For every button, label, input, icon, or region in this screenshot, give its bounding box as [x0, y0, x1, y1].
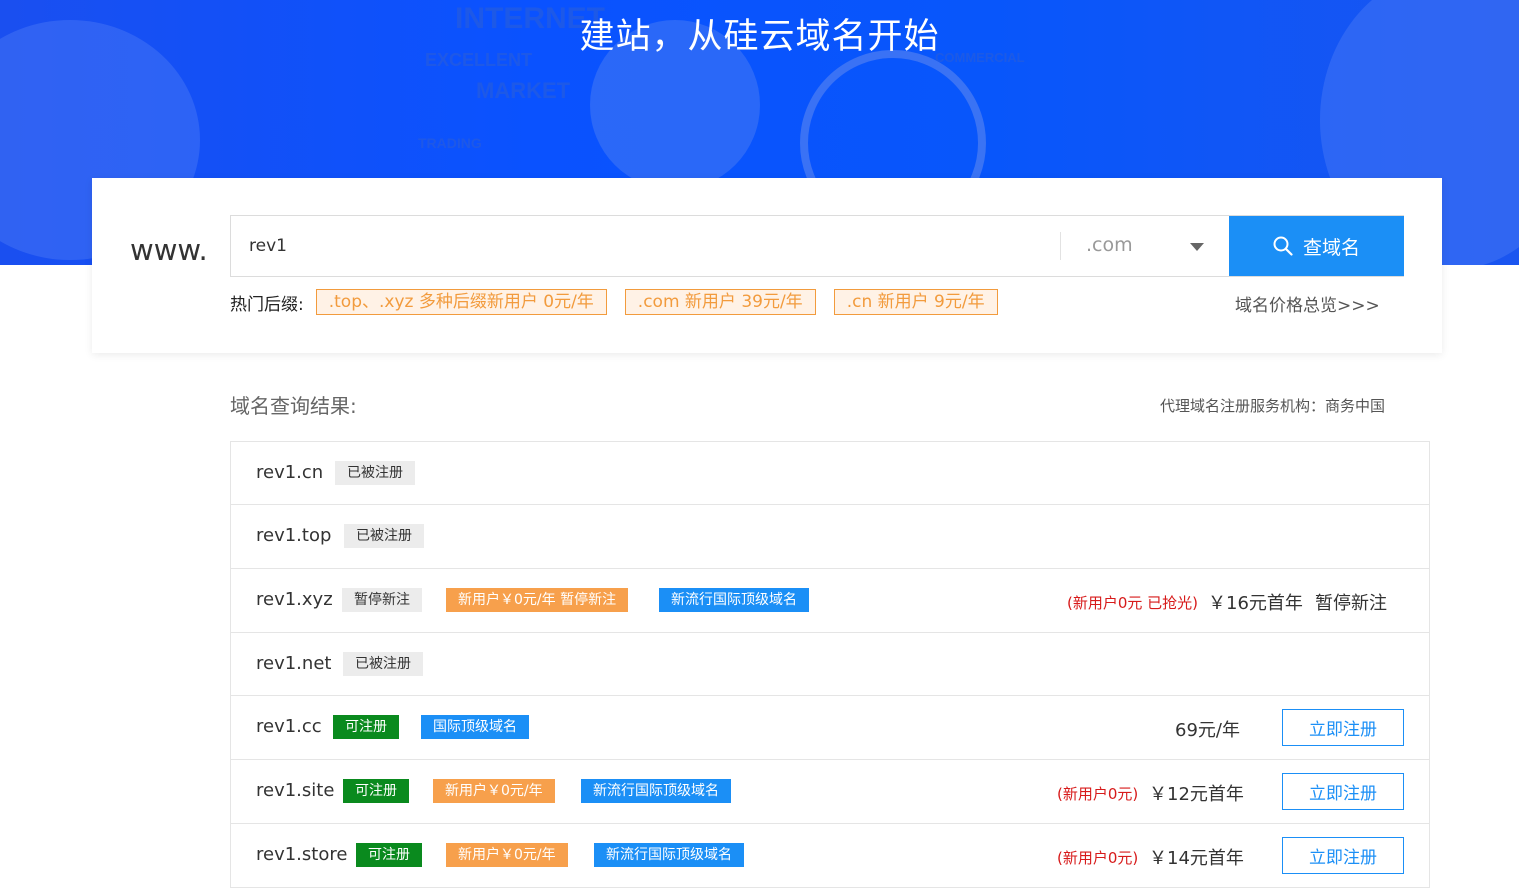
hot-suffixes: 热门后缀: .top、.xyz 多种后缀新用户 0元/年 .com 新用户 39… — [230, 289, 1016, 315]
promo-badge: 新用户￥0元/年 — [446, 843, 568, 867]
search-domain-button[interactable]: 查域名 — [1229, 216, 1404, 276]
search-icon — [1273, 236, 1293, 256]
hot-suffix-tag[interactable]: .cn 新用户 9元/年 — [833, 289, 998, 315]
list-item: rev1.store 可注册 新用户￥0元/年 新流行国际顶级域名 (新用户0元… — [231, 824, 1429, 888]
chevron-down-icon — [1190, 243, 1204, 251]
domain-name: rev1.cc — [256, 716, 322, 737]
price-overview-link[interactable]: 域名价格总览>>> — [1235, 291, 1380, 316]
promo-note: (新用户0元 已抢光) — [1067, 594, 1199, 612]
available-badge: 可注册 — [333, 715, 399, 739]
banner-title: 建站，从硅云域名开始 — [579, 17, 940, 57]
price: ￥16元首年 — [1208, 593, 1303, 614]
list-item: rev1.cn 已被注册 — [231, 442, 1429, 505]
category-badge: 新流行国际顶级域名 — [594, 843, 744, 867]
category-badge: 国际顶级域名 — [421, 715, 529, 739]
domain-name: rev1.net — [256, 653, 332, 674]
available-badge: 可注册 — [343, 779, 409, 803]
list-item: rev1.net 已被注册 — [231, 633, 1429, 696]
hot-suffix-tag[interactable]: .top、.xyz 多种后缀新用户 0元/年 — [315, 289, 607, 315]
promo-badge: 新用户￥0元/年 暂停新注 — [446, 588, 629, 612]
promo-note: (新用户0元) — [1057, 849, 1139, 867]
register-button[interactable]: 立即注册 — [1282, 837, 1404, 874]
list-item: rev1.site 可注册 新用户￥0元/年 新流行国际顶级域名 (新用户0元)… — [231, 760, 1429, 824]
list-item: rev1.top 已被注册 — [231, 505, 1429, 569]
tld-select-value: .com — [1086, 234, 1133, 256]
domain-name: rev1.cn — [256, 462, 324, 483]
registrar-agency: 代理域名注册服务机构：商务中国 — [1160, 397, 1386, 415]
promo-note: (新用户0元) — [1057, 785, 1139, 803]
domain-name: rev1.top — [256, 525, 332, 546]
results-list: rev1.cn 已被注册 rev1.top 已被注册 rev1.xyz 暂停新注… — [230, 441, 1430, 888]
tld-select[interactable]: .com — [1061, 216, 1229, 276]
category-badge: 新流行国际顶级域名 — [581, 779, 731, 803]
price: 69元/年 — [1175, 720, 1240, 741]
promo-badge: 新用户￥0元/年 — [433, 779, 555, 803]
status-badge: 已被注册 — [344, 524, 424, 548]
price: ￥12元首年 — [1149, 784, 1244, 805]
register-button[interactable]: 立即注册 — [1282, 773, 1404, 810]
status-badge: 已被注册 — [343, 652, 423, 676]
suspended-status: 暂停新注 — [1315, 593, 1387, 614]
banner-word: MARKET — [476, 78, 571, 103]
banner-word: TRADING — [418, 135, 482, 151]
www-prefix: www. — [130, 233, 208, 267]
register-button[interactable]: 立即注册 — [1282, 709, 1404, 746]
search-button-label: 查域名 — [1302, 237, 1360, 259]
results-heading: 域名查询结果: — [230, 394, 357, 418]
search-box: .com — [230, 215, 1404, 277]
hot-suffixes-label: 热门后缀: — [230, 294, 304, 315]
list-item: rev1.xyz 暂停新注 新用户￥0元/年 暂停新注 新流行国际顶级域名 (新… — [231, 569, 1429, 633]
list-item: rev1.cc 可注册 国际顶级域名 69元/年 立即注册 — [231, 696, 1429, 760]
status-badge: 已被注册 — [335, 461, 415, 485]
domain-name: rev1.store — [256, 844, 348, 865]
category-badge: 新流行国际顶级域名 — [659, 588, 809, 612]
domain-search-input[interactable] — [231, 216, 1059, 276]
domain-name: rev1.site — [256, 780, 335, 801]
domain-name: rev1.xyz — [256, 589, 333, 610]
price: ￥14元首年 — [1149, 848, 1244, 869]
available-badge: 可注册 — [356, 843, 422, 867]
domain-search-card: www. .com 查域名 热门后缀: .top、.xyz 多种后缀新用户 0元… — [92, 178, 1442, 353]
hot-suffix-tag[interactable]: .com 新用户 39元/年 — [624, 289, 816, 315]
status-badge: 暂停新注 — [342, 588, 422, 612]
